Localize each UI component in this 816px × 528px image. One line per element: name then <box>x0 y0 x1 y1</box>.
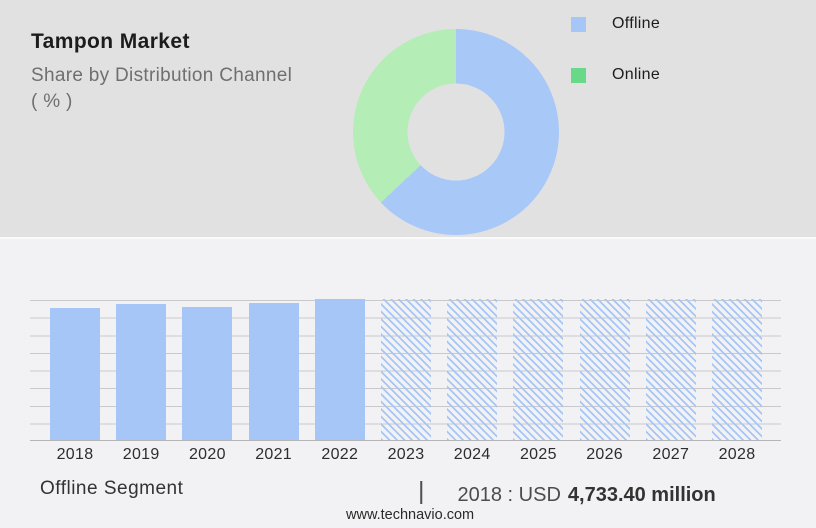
pie-section: Tampon Market Share by Distribution Chan… <box>0 0 816 237</box>
page-title: Tampon Market <box>31 30 190 53</box>
chart-subtitle-unit: ( % ) <box>31 91 73 112</box>
stat-value: 4,733.40 million <box>567 484 716 506</box>
legend-row-offline: Offline <box>571 15 660 33</box>
x-tick-2025: 2025 <box>519 446 557 463</box>
segment-label: Offline Segment <box>40 478 184 499</box>
bar-2027-forecast <box>645 299 696 440</box>
donut-hole <box>407 83 505 181</box>
bar-2021 <box>248 302 299 440</box>
bar-2028-forecast <box>712 299 762 440</box>
bar-2024-forecast <box>447 299 498 440</box>
x-tick-2023: 2023 <box>387 446 425 463</box>
bar-chart-plot <box>30 299 781 441</box>
legend-label-online: Online <box>612 66 661 83</box>
chart-subtitle: Share by Distribution Channel <box>31 65 293 86</box>
legend-swatch-online <box>571 67 586 83</box>
x-tick-2019: 2019 <box>122 446 160 463</box>
x-axis: 2018 2019 2020 2021 2022 2023 2024 2025 2026 2027… <box>0 446 816 466</box>
bar-2019 <box>116 303 167 440</box>
bar-2020 <box>182 306 233 440</box>
divider-pipe: | <box>418 477 425 505</box>
bar-2025-forecast <box>513 299 564 440</box>
stat-prefix: 2018 : USD <box>457 484 561 506</box>
x-tick-2018: 2018 <box>56 446 94 463</box>
donut-chart <box>353 29 559 235</box>
x-tick-2027: 2027 <box>652 446 690 463</box>
x-tick-2020: 2020 <box>188 446 226 463</box>
chart-header: Tampon Market Share by Distribution Chan… <box>31 30 292 115</box>
bar-2018 <box>50 307 100 440</box>
legend-row-online: Online <box>571 66 660 84</box>
x-tick-2022: 2022 <box>321 446 359 463</box>
bar-2026-forecast <box>579 299 630 440</box>
stat-line: | 2018 : USD 4,733.40 million <box>418 477 716 508</box>
bar-2023-forecast <box>381 299 431 440</box>
infographic-canvas: Tampon Market Share by Distribution Chan… <box>0 0 816 528</box>
pie-legend: Offline Online <box>571 15 660 84</box>
x-tick-2028: 2028 <box>718 446 756 463</box>
x-tick-2024: 2024 <box>453 446 491 463</box>
bar-section: 2018 2019 2020 2021 2022 2023 2024 2025 2026 2027… <box>0 239 816 528</box>
legend-swatch-offline <box>571 16 586 32</box>
legend-label-offline: Offline <box>612 15 661 32</box>
x-tick-2026: 2026 <box>586 446 623 463</box>
x-tick-2021: 2021 <box>255 446 292 463</box>
bar-2022 <box>314 299 365 440</box>
website-url: www.technavio.com <box>346 507 475 523</box>
